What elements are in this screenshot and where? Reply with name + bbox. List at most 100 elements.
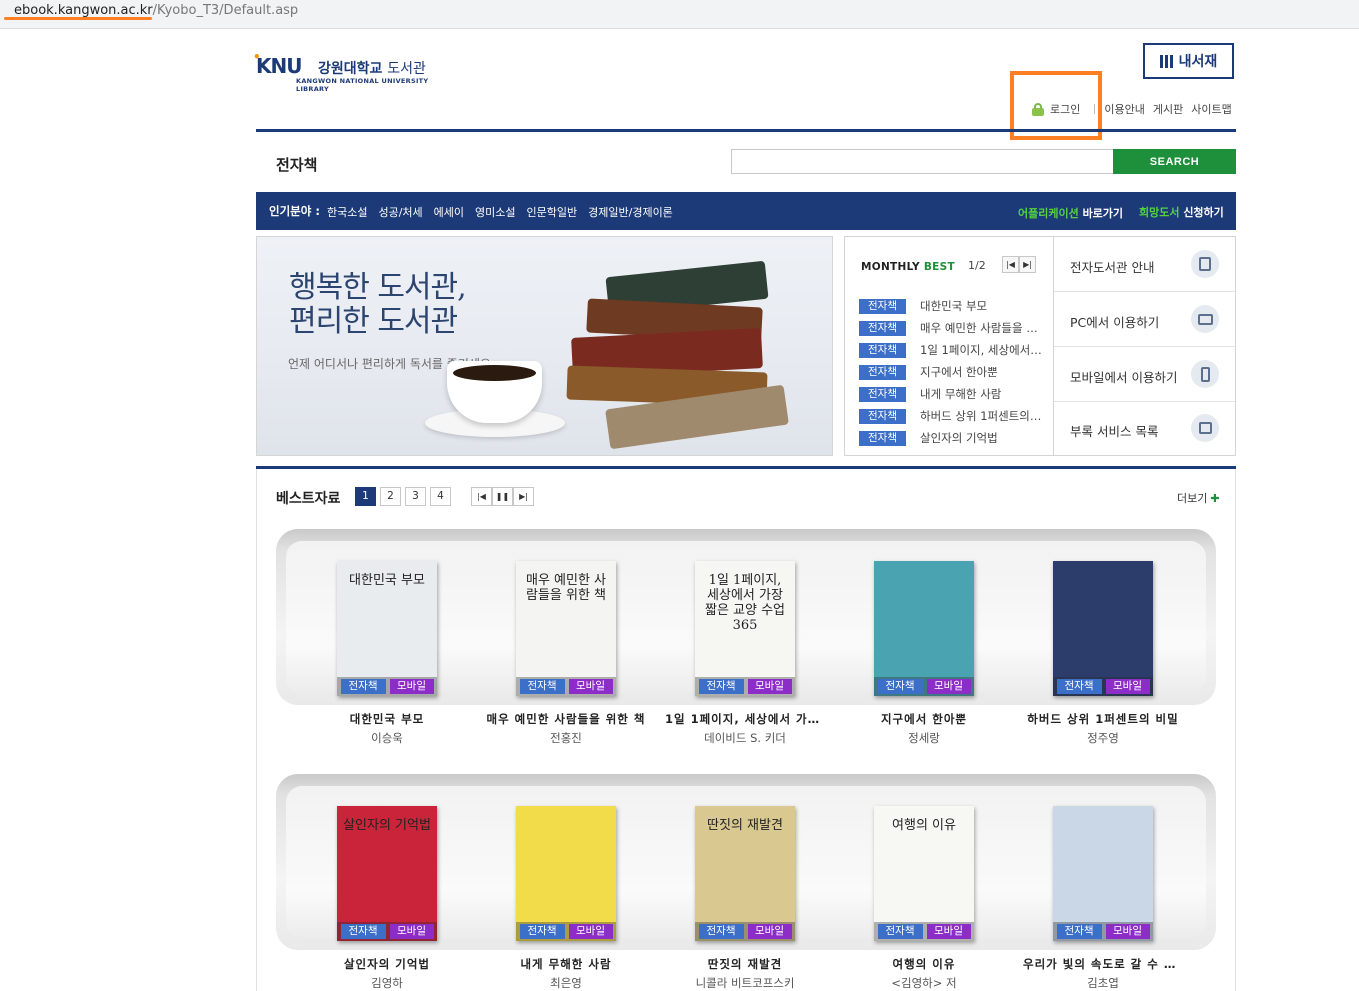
mobile-tag[interactable]: 모바일 [926, 924, 971, 939]
guide-link[interactable]: 이용안내 [1104, 101, 1144, 117]
quick-item-guide[interactable]: 전자도서관 안내 [1054, 237, 1235, 292]
login-link[interactable]: 로그인 [1050, 101, 1080, 117]
book-cover[interactable]: 매우 예민한 사람들을 위한 책 전자책 모바일 [516, 561, 616, 696]
quick-item-mobile[interactable]: 모바일에서 이용하기 [1054, 347, 1235, 402]
category-link[interactable]: 인문학일반 [527, 204, 578, 220]
page-button[interactable]: 4 [430, 487, 451, 506]
book-cover[interactable]: 전자책 모바일 [1053, 806, 1153, 941]
list-item[interactable]: 전자책 살인자의 기억법 [859, 427, 1045, 449]
ebook-tag[interactable]: 전자책 [340, 924, 386, 939]
mobile-tag[interactable]: 모바일 [1105, 924, 1150, 939]
my-library-button[interactable]: 내서재 [1143, 43, 1234, 79]
mobile-tag[interactable]: 모바일 [747, 679, 792, 694]
app-shortcut-link[interactable]: 어플리케이션 바로가기 [1018, 205, 1123, 221]
category-link[interactable]: 경제일반/경제이론 [588, 204, 673, 220]
ebook-tag[interactable]: 전자책 [877, 679, 923, 694]
list-item[interactable]: 전자책 지구에서 한아뿐 [859, 361, 1045, 383]
ebook-tag[interactable]: 전자책 [519, 679, 565, 694]
book-title[interactable]: 대한민국 부모 [307, 711, 467, 727]
list-icon [1191, 414, 1219, 442]
book-title[interactable]: 하버드 상위 1퍼센트의 비밀 [1023, 711, 1183, 727]
book-title[interactable]: 살인자의 기억법 [307, 956, 467, 972]
book-title[interactable]: 매우 예민한 사람들을 위한 책 [486, 711, 646, 727]
sitemap-link[interactable]: 사이트맵 [1191, 101, 1231, 117]
top-navigation: 로그인 이용안내 게시판 사이트맵 [1032, 101, 1232, 117]
page-button[interactable]: 2 [380, 487, 401, 506]
url-text[interactable]: ebook.kangwon.ac.kr/Kyobo_T3/Default.asp [14, 3, 298, 18]
book-icon [1191, 250, 1219, 278]
plus-icon: ✚ [1210, 492, 1220, 505]
main-banner[interactable]: 행복한 도서관, 편리한 도서관 언제 어디서나 편리하게 독서를 즐기세요. [256, 236, 833, 456]
search-button[interactable]: SEARCH [1113, 149, 1236, 174]
best-title: 베스트자료 [276, 491, 341, 507]
quick-item-appendix[interactable]: 부록 서비스 목록 [1054, 401, 1235, 456]
list-item[interactable]: 전자책 대한민국 부모 [859, 295, 1045, 317]
monthly-best-panel: MONTHLY BEST 1/2 |◀ ▶| 전자책 대한민국 부모 전자책 매우 … [844, 236, 1054, 456]
site-logo[interactable]: • KNU 강원대학교 도서관 KANGWON NATIONAL UNIVERSI… [253, 50, 446, 93]
book-cover[interactable]: 딴짓의 재발견 전자책 모바일 [695, 806, 795, 941]
book-cover[interactable]: 여행의 이유 전자책 모바일 [874, 806, 974, 941]
next-icon[interactable]: ▶| [513, 487, 534, 506]
format-tags: 전자책 모바일 [516, 677, 616, 696]
category-link[interactable]: 한국소설 [327, 204, 367, 220]
mobile-tag[interactable]: 모바일 [568, 924, 613, 939]
pause-icon[interactable]: ❚❚ [492, 487, 513, 506]
mobile-tag[interactable]: 모바일 [747, 924, 792, 939]
book-title[interactable]: 여행의 이유 [844, 956, 1004, 972]
book-request-link[interactable]: 희망도서 신청하기 [1139, 204, 1224, 220]
popular-label: 인기분야 : [269, 204, 320, 218]
book-cover[interactable]: 1일 1페이지, 세상에서 가장 짧은 교양 수업 365 전자책 모바일 [695, 561, 795, 696]
mobile-tag[interactable]: 모바일 [568, 679, 613, 694]
prev-icon[interactable]: |◀ [1002, 256, 1019, 273]
mobile-tag[interactable]: 모바일 [1105, 679, 1150, 694]
ebook-tag[interactable]: 전자책 [698, 679, 744, 694]
mobile-tag[interactable]: 모바일 [926, 679, 971, 694]
ebook-tag[interactable]: 전자책 [1056, 679, 1102, 694]
header-divider [256, 129, 1236, 132]
popular-categories-bar: 인기분야 : 한국소설 성공/처세 에세이 영미소설 인문학일반 경제일반/경제… [256, 192, 1236, 230]
ebook-tag[interactable]: 전자책 [698, 924, 744, 939]
prev-icon[interactable]: |◀ [471, 487, 492, 506]
url-path: /Kyobo_T3/Default.asp [152, 3, 299, 18]
page-button[interactable]: 3 [405, 487, 426, 506]
book-cover[interactable]: 대한민국 부모 전자책 모바일 [337, 561, 437, 696]
mobile-tag[interactable]: 모바일 [389, 679, 434, 694]
next-icon[interactable]: ▶| [1019, 256, 1036, 273]
book-title[interactable]: 지구에서 한아뿐 [844, 711, 1004, 727]
book-author: 이승욱 [371, 731, 403, 745]
quick-item-pc[interactable]: PC에서 이용하기 [1054, 292, 1235, 347]
format-tags: 전자책 모바일 [874, 677, 974, 696]
book-cover[interactable]: 살인자의 기억법전자책 모바일 [337, 806, 437, 941]
book-title[interactable]: 내게 무해한 사람 [486, 956, 646, 972]
board-link[interactable]: 게시판 [1153, 101, 1183, 117]
book-cover[interactable]: 전자책 모바일 [874, 561, 974, 696]
list-item[interactable]: 전자책매우 예민한 사람들을 위한 책 [859, 317, 1045, 339]
category-link[interactable]: 에세이 [434, 204, 464, 220]
book-title[interactable]: 1일 1페이지, 세상에서 가장 짧은 교양 수업 365 [665, 711, 825, 727]
book-title[interactable]: 딴짓의 재발견 [665, 956, 825, 972]
list-item[interactable]: 전자책 하버드 상위 1퍼센트의 비밀 [859, 405, 1045, 427]
ebook-tag[interactable]: 전자책 [1056, 924, 1102, 939]
category-link[interactable]: 성공/처세 [378, 204, 422, 220]
format-tags: 전자책 모바일 [516, 922, 616, 941]
book-cover[interactable]: 전자책 모바일 [1053, 561, 1153, 696]
book-author: 김영하 [371, 976, 403, 990]
list-item[interactable]: 전자책1일 1페이지, 세상에서 가장 짧은 교양 수업 365 [859, 339, 1045, 361]
category-link[interactable]: 영미소설 [475, 204, 515, 220]
list-item[interactable]: 전자책 내게 무해한 사람 [859, 383, 1045, 405]
book-title[interactable]: 우리가 빛의 속도로 갈 수 없다면 [1023, 956, 1183, 972]
banner-headline: 행복한 도서관, 편리한 도서관 [289, 270, 467, 339]
mobile-icon [1191, 360, 1219, 388]
mobile-tag[interactable]: 모바일 [389, 924, 434, 939]
address-bar[interactable]: ebook.kangwon.ac.kr/Kyobo_T3/Default.asp [0, 0, 1359, 29]
cover-title: 살인자의 기억법 [343, 818, 431, 833]
format-tags: 전자책 모바일 [874, 922, 974, 941]
ebook-tag[interactable]: 전자책 [519, 924, 565, 939]
book-cover[interactable]: 전자책 모바일 [516, 806, 616, 941]
page-button[interactable]: 1 [355, 487, 376, 506]
ebook-tag[interactable]: 전자책 [340, 679, 386, 694]
ebook-tag[interactable]: 전자책 [877, 924, 923, 939]
search-input[interactable] [731, 149, 1113, 174]
book-author: <김영하> 저 [891, 976, 957, 990]
more-link[interactable]: 더보기 ✚ [1177, 490, 1220, 506]
